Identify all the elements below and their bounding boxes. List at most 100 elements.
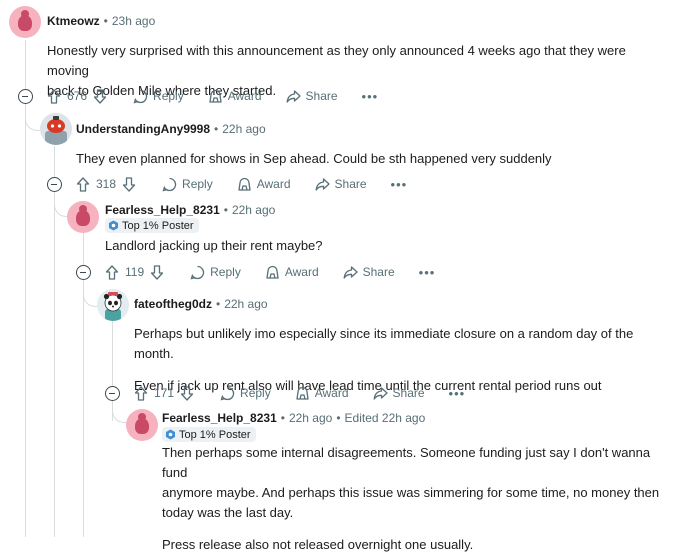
more-options-button[interactable]: ••• [449, 386, 466, 401]
reply-button[interactable]: Reply [162, 177, 213, 192]
award-label: Award [314, 386, 349, 400]
separator-dot: • [336, 411, 341, 425]
award-label: Award [256, 177, 291, 191]
upvote-icon[interactable] [47, 88, 61, 104]
more-options-button[interactable]: ••• [391, 177, 408, 192]
vote-group: 119 [105, 264, 164, 280]
comment-time[interactable]: 22h ago [289, 411, 332, 425]
collapse-thread-button[interactable] [105, 386, 120, 401]
reply-icon [190, 265, 205, 279]
comment-body: They even planned for shows in Sep ahead… [76, 149, 666, 169]
upvote-icon[interactable] [76, 176, 90, 192]
collapse-thread-button[interactable] [18, 89, 33, 104]
award-label: Award [227, 89, 262, 103]
thread-line[interactable] [83, 280, 84, 537]
award-label: Award [284, 265, 319, 279]
user-flair: Top 1% Poster [162, 427, 256, 442]
share-label: Share [334, 177, 367, 191]
share-button[interactable]: Share [373, 386, 425, 401]
separator-dot: • [223, 203, 228, 217]
vote-count: 171 [154, 386, 175, 400]
share-button[interactable]: Share [286, 89, 338, 104]
thread-line[interactable] [25, 104, 26, 537]
award-button[interactable]: Award [208, 89, 262, 104]
panda-avatar-icon [97, 289, 129, 321]
award-icon [296, 386, 309, 400]
reply-label: Reply [153, 89, 184, 103]
thread-line[interactable] [112, 320, 113, 386]
comment-author[interactable]: Fearless_Help_8231 [162, 411, 277, 425]
comment-paragraph: Landlord jacking up their rent maybe? [105, 238, 323, 253]
top-poster-icon [166, 429, 175, 440]
separator-dot: • [216, 297, 221, 311]
comment-paragraph: Press release also not released overnigh… [162, 537, 474, 552]
reply-button[interactable]: Reply [133, 89, 184, 104]
comment-author[interactable]: Fearless_Help_8231 [105, 203, 220, 217]
comment-header: Fearless_Help_8231 • 22h ago [105, 203, 275, 217]
comment-author[interactable]: Ktmeowz [47, 14, 100, 28]
award-button[interactable]: Award [295, 386, 349, 401]
thread-line[interactable] [83, 232, 84, 266]
more-options-button[interactable]: ••• [419, 265, 436, 280]
user-avatar[interactable] [9, 6, 41, 38]
comment-paragraph: Then perhaps some internal disagreements… [162, 445, 651, 480]
thread-line[interactable] [25, 40, 26, 90]
reply-label: Reply [240, 386, 271, 400]
vote-count: 318 [96, 177, 117, 191]
share-button[interactable]: Share [315, 177, 367, 192]
user-avatar[interactable] [126, 409, 158, 441]
downvote-icon[interactable] [122, 176, 136, 192]
separator-dot: • [103, 14, 108, 28]
user-avatar[interactable] [40, 113, 72, 145]
share-icon [343, 265, 358, 279]
comment-body: Then perhaps some internal disagreements… [162, 443, 672, 555]
downvote-icon[interactable] [93, 88, 107, 104]
comment-header: fateoftheg0dz • 22h ago [134, 297, 268, 311]
comment-time[interactable]: 23h ago [112, 14, 155, 28]
reply-button[interactable]: Reply [220, 386, 271, 401]
thread-line[interactable] [54, 146, 55, 178]
reply-button[interactable]: Reply [190, 265, 241, 280]
share-label: Share [305, 89, 338, 103]
collapse-thread-button[interactable] [76, 265, 91, 280]
reply-label: Reply [182, 177, 213, 191]
user-flair: Top 1% Poster [105, 218, 199, 233]
share-button[interactable]: Share [343, 265, 395, 280]
award-icon [209, 89, 222, 103]
comment-actions: 171 Reply Award Share ••• [134, 381, 465, 405]
reply-icon [133, 89, 148, 103]
reply-icon [162, 177, 177, 191]
downvote-icon[interactable] [150, 264, 164, 280]
vote-group: 676 [47, 88, 107, 104]
collapse-thread-button[interactable] [47, 177, 62, 192]
upvote-icon[interactable] [134, 385, 148, 401]
award-button[interactable]: Award [237, 177, 291, 192]
share-label: Share [362, 265, 395, 279]
user-avatar[interactable] [97, 289, 129, 321]
comment-actions: 676 Reply Award Share ••• [47, 84, 378, 108]
comment-header: Ktmeowz • 23h ago [47, 14, 155, 28]
vote-count: 119 [125, 265, 145, 279]
top-poster-icon [109, 220, 118, 231]
thread-line[interactable] [54, 192, 55, 537]
comment-paragraph: Perhaps but unlikely imo especially sinc… [134, 326, 634, 361]
comment-time[interactable]: 22h ago [232, 203, 275, 217]
award-button[interactable]: Award [265, 265, 319, 280]
downvote-icon[interactable] [180, 385, 194, 401]
reply-icon [220, 386, 235, 400]
comment-paragraph: anymore maybe. And perhaps this issue wa… [162, 485, 660, 500]
comment-time[interactable]: 22h ago [222, 122, 265, 136]
share-label: Share [392, 386, 425, 400]
comment-author[interactable]: fateoftheg0dz [134, 297, 212, 311]
upvote-icon[interactable] [105, 264, 119, 280]
comment-time[interactable]: 22h ago [224, 297, 267, 311]
more-options-button[interactable]: ••• [362, 89, 379, 104]
flair-label: Top 1% Poster [179, 428, 251, 441]
vote-group: 171 [134, 385, 194, 401]
comment-author[interactable]: UnderstandingAny9998 [76, 122, 210, 136]
award-icon [266, 265, 279, 279]
user-avatar[interactable] [67, 201, 99, 233]
comment-header: Fearless_Help_8231 • 22h ago • Edited 22… [162, 411, 425, 425]
share-icon [373, 386, 388, 400]
comment-header: UnderstandingAny9998 • 22h ago [76, 122, 266, 136]
